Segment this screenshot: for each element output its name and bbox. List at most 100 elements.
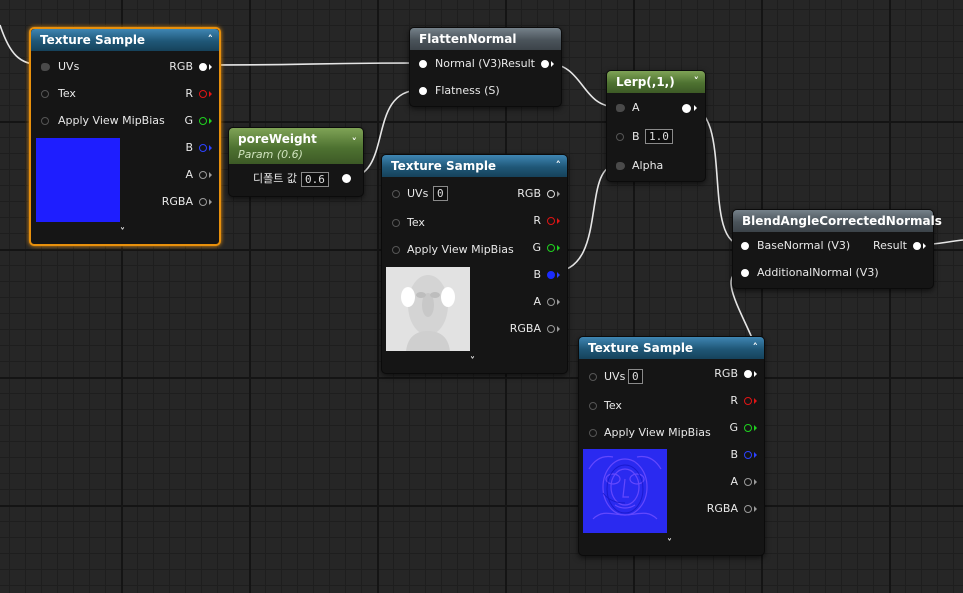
mipbias-input-pin[interactable] — [392, 246, 400, 254]
uvs-input-pin[interactable] — [589, 373, 597, 381]
flatness-input-label: Flatness (S) — [435, 84, 500, 97]
rgb-output-pin[interactable] — [744, 370, 752, 378]
a-output-pin[interactable] — [547, 298, 555, 306]
param-output-pin[interactable] — [342, 174, 351, 183]
chevron-down-icon[interactable]: ˅ — [694, 71, 700, 93]
normal-input-pin[interactable] — [419, 60, 427, 68]
rgba-output-pin[interactable] — [744, 505, 752, 513]
tex-input-pin[interactable] — [392, 219, 400, 227]
base-normal-label: BaseNormal (V3) — [757, 239, 851, 252]
chevron-down-icon[interactable]: ˅ — [667, 538, 672, 549]
chevron-up-icon[interactable]: ˄ — [556, 155, 562, 177]
normal-input-label: Normal (V3) — [435, 57, 502, 70]
uvs-value-field[interactable]: 0 — [433, 186, 448, 201]
chevron-down-icon[interactable]: ˅ — [352, 134, 358, 152]
chevron-up-icon[interactable]: ˄ — [753, 337, 759, 359]
node-title: Lerp(,1,) — [616, 75, 675, 89]
pore-weight-param-node[interactable]: poreWeight Param (0.6) ˅ 디폴트 값 0.6 — [228, 127, 364, 197]
tex-input-pin[interactable] — [589, 402, 597, 410]
node-title: Texture Sample — [391, 159, 497, 173]
base-normal-input-pin[interactable] — [741, 242, 749, 250]
mipbias-label: Apply View MipBias — [407, 243, 514, 256]
b-output-pin[interactable] — [744, 451, 752, 459]
uvs-value-field[interactable]: 0 — [628, 369, 643, 384]
flatness-input-pin[interactable] — [419, 87, 427, 95]
a-input-pin[interactable] — [616, 104, 625, 112]
pin-arrow-icon — [557, 245, 560, 251]
pin-arrow-icon — [551, 61, 554, 67]
rgb-output-label: RGB — [517, 187, 541, 200]
node-header[interactable]: FlattenNormal — [410, 28, 561, 50]
flatten-normal-node[interactable]: FlattenNormal Normal (V3) Flatness (S) R… — [409, 27, 562, 107]
node-header[interactable]: BlendAngleCorrectedNormals — [733, 210, 942, 232]
pin-arrow-icon — [209, 118, 212, 124]
alpha-input-label: Alpha — [632, 159, 664, 172]
pin-arrow-icon — [557, 218, 560, 224]
tex-label: Tex — [407, 216, 425, 229]
g-output-pin[interactable] — [547, 244, 555, 252]
chevron-up-icon[interactable]: ˄ — [208, 29, 214, 51]
b-input-label: B — [632, 130, 640, 143]
r-output-pin[interactable] — [547, 217, 555, 225]
texture-preview-normal-map — [583, 449, 667, 533]
uvs-label: UVs — [407, 187, 429, 200]
b-output-pin[interactable] — [547, 271, 555, 279]
uvs-label: UVs — [58, 60, 80, 73]
pin-arrow-icon — [754, 398, 757, 404]
rgba-output-pin[interactable] — [199, 198, 207, 206]
a-output-pin[interactable] — [744, 478, 752, 486]
result-output-pin[interactable] — [541, 60, 549, 68]
b-output-label: B — [533, 268, 541, 281]
alpha-input-pin[interactable] — [616, 162, 625, 170]
mipbias-label: Apply View MipBias — [58, 114, 165, 127]
mipbias-label: Apply View MipBias — [604, 426, 711, 439]
a-output-label: A — [533, 295, 541, 308]
lerp-output-pin[interactable] — [682, 104, 691, 113]
b-input-pin[interactable] — [616, 133, 624, 141]
additional-normal-input-pin[interactable] — [741, 269, 749, 277]
node-header[interactable]: Texture Sample ˄ — [579, 337, 764, 359]
node-header[interactable]: Texture Sample ˄ — [31, 29, 219, 51]
mipbias-input-pin[interactable] — [589, 429, 597, 437]
node-header[interactable]: poreWeight Param (0.6) ˅ — [229, 128, 363, 164]
chevron-down-icon[interactable]: ˅ — [470, 356, 475, 367]
additional-normal-label: AdditionalNormal (V3) — [757, 266, 879, 279]
rgba-output-label: RGBA — [706, 502, 738, 515]
a-output-label: A — [185, 168, 193, 181]
g-output-pin[interactable] — [744, 424, 752, 432]
uvs-input-pin[interactable] — [392, 190, 400, 198]
pin-arrow-icon — [754, 479, 757, 485]
node-header[interactable]: Texture Sample ˄ — [382, 155, 567, 177]
r-output-label: R — [533, 214, 541, 227]
b-value-field[interactable]: 1.0 — [645, 129, 673, 144]
chevron-down-icon[interactable]: ˅ — [120, 227, 125, 238]
rgba-output-pin[interactable] — [547, 325, 555, 333]
pin-arrow-icon — [209, 91, 212, 97]
g-output-label: G — [532, 241, 541, 254]
mipbias-input-pin[interactable] — [41, 117, 49, 125]
tex-label: Tex — [58, 87, 76, 100]
node-header[interactable]: Lerp(,1,) ˅ — [607, 71, 705, 93]
default-value-field[interactable]: 0.6 — [301, 172, 329, 187]
r-output-pin[interactable] — [199, 90, 207, 98]
texture-sample-node-2[interactable]: Texture Sample ˄ UVs 0 Tex Apply View Mi… — [381, 154, 568, 374]
rgb-output-pin[interactable] — [199, 63, 207, 71]
pin-arrow-icon — [209, 172, 212, 178]
r-output-label: R — [185, 87, 193, 100]
a-output-pin[interactable] — [199, 171, 207, 179]
node-title: BlendAngleCorrectedNormals — [742, 214, 942, 228]
texture-sample-node-3[interactable]: Texture Sample ˄ UVs 0 Tex Apply View Mi… — [578, 336, 765, 556]
pin-arrow-icon — [557, 191, 560, 197]
g-output-label: G — [729, 421, 738, 434]
b-output-pin[interactable] — [199, 144, 207, 152]
r-output-pin[interactable] — [744, 397, 752, 405]
rgba-output-label: RGBA — [509, 322, 541, 335]
rgb-output-pin[interactable] — [547, 190, 555, 198]
result-output-pin[interactable] — [913, 242, 921, 250]
tex-input-pin[interactable] — [41, 90, 49, 98]
uvs-input-pin[interactable] — [41, 63, 50, 71]
blend-angle-corrected-normals-node[interactable]: BlendAngleCorrectedNormals BaseNormal (V… — [732, 209, 942, 289]
lerp-node[interactable]: Lerp(,1,) ˅ A B 1.0 Alpha — [606, 70, 706, 182]
texture-sample-node-1[interactable]: Texture Sample ˄ UVs Tex Apply View MipB… — [29, 27, 221, 246]
g-output-pin[interactable] — [199, 117, 207, 125]
